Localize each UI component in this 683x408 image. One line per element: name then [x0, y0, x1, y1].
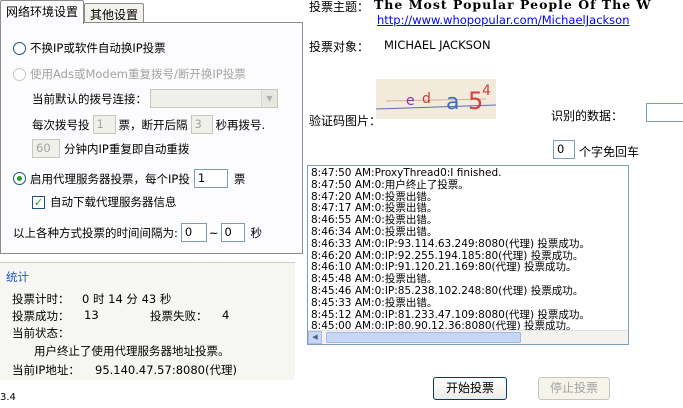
dial-every-label: 每次拨号投 — [32, 117, 90, 132]
option-proxy-label: 启用代理服务器投票，每个IP投 — [30, 171, 190, 186]
success-value: 13 — [84, 308, 99, 322]
captcha-char-2: d — [422, 91, 431, 107]
proxy-votes-suffix: 票 — [233, 171, 246, 186]
dial-votes-suffix: 票，断开后隔 — [118, 117, 188, 132]
dial-wait-suffix: 秒再拨号. — [215, 117, 266, 132]
log-line: 8:47:50 AM:0:用户终止了投票。 — [311, 178, 469, 191]
radio-no-ip-change[interactable] — [13, 41, 26, 55]
log-line: 8:45:33 AM:0:投票出错。 — [311, 296, 438, 309]
target-label: 投票对象： — [309, 40, 370, 54]
log-line: 8:46:33 AM:0:IP:93.114.63.249:8080(代理) 投… — [311, 237, 590, 250]
captcha-char-4: 5 — [468, 87, 483, 115]
scroll-left-icon[interactable]: ◀ — [308, 331, 322, 344]
version-text: 3.4 — [0, 392, 16, 403]
recognized-label: 识别的数据： — [551, 109, 624, 123]
option-no-ip-change-label: 不换IP或软件自动换IP投票 — [30, 41, 166, 55]
radio-proxy[interactable] — [13, 172, 26, 185]
radio-adsl[interactable] — [13, 67, 26, 81]
success-label: 投票成功： — [12, 309, 70, 323]
interval-to-input[interactable]: 0 — [220, 223, 245, 242]
captcha-image: e d a 5 4 — [376, 79, 496, 119]
dial-wait-input[interactable]: 3 — [190, 115, 213, 134]
interval-unit: 秒 — [250, 225, 263, 240]
topic-value: The Most Popular People Of The W — [374, 0, 652, 12]
log-list[interactable]: 8:47:50 AM:ProxyThread0:I finished. 8:47… — [307, 165, 629, 345]
target-value: MICHAEL JACKSON — [384, 38, 491, 52]
fail-label: 投票失败： — [150, 309, 208, 323]
free-count-input[interactable]: 0 — [553, 140, 575, 159]
dial-every-input[interactable]: 1 — [92, 115, 116, 134]
option-no-ip-change[interactable]: 不换IP或软件自动换IP投票 — [13, 40, 166, 56]
topic-url-link[interactable]: http://www.whopopular.com/MichaelJackson — [377, 13, 630, 27]
captcha-char-5: 4 — [482, 83, 491, 99]
start-vote-button[interactable]: 开始投票 — [433, 377, 507, 400]
interval-row: 以上各种方式投票的时间间隔为: 0 ~ 0 秒 — [13, 223, 262, 242]
proxy-votes-input[interactable]: 1 — [193, 169, 228, 188]
log-line: 8:45:46 AM:0:IP:85.238.102.248:80(代理) 投票… — [311, 284, 584, 297]
interval-separator: ~ — [208, 225, 219, 240]
tab-other-settings[interactable]: 其他设置 — [84, 3, 145, 23]
repeat-suffix: 分钟内IP重复即自动重拨 — [64, 141, 190, 156]
interval-label: 以上各种方式投票的时间间隔为: — [13, 225, 178, 240]
default-dial-label: 当前默认的拨号连接： — [32, 91, 147, 106]
status-label: 当前状态： — [12, 326, 70, 340]
auto-download-row[interactable]: ✓ 自动下载代理服务器信息 — [32, 194, 177, 210]
option-adsl-label: 使用Ads或Modem重复拨号/断开换IP投票 — [30, 67, 246, 81]
captcha-char-3: a — [446, 90, 459, 115]
interval-from-input[interactable]: 0 — [180, 223, 207, 242]
auto-download-label: 自动下载代理服务器信息 — [50, 195, 177, 209]
settings-tab-bar: 网络环境设置 其他设置 — [0, 0, 300, 24]
timer-value: 0 时 14 分 43 秒 — [82, 292, 172, 306]
default-dial-select[interactable]: ▼ — [150, 89, 278, 108]
horizontal-scrollbar[interactable]: ◀ — [308, 330, 628, 344]
timer-label: 投票计时： — [12, 292, 70, 306]
captcha-graphic: e d a 5 4 — [376, 83, 496, 115]
captcha-char-1: e — [406, 93, 415, 109]
chevron-down-icon[interactable]: ▼ — [261, 90, 277, 107]
recognized-input[interactable] — [646, 103, 683, 122]
scroll-thumb[interactable] — [326, 332, 521, 343]
auto-download-checkbox[interactable]: ✓ — [32, 195, 45, 209]
option-adsl[interactable]: 使用Ads或Modem重复拨号/断开换IP投票 — [13, 66, 246, 82]
dial-every-row: 每次拨号投 1 票，断开后隔 3 秒再拨号. — [32, 115, 265, 134]
network-settings-panel: 不换IP或软件自动换IP投票 使用Ads或Modem重复拨号/断开换IP投票 当… — [0, 22, 303, 254]
status-value: 用户终止了使用代理服务器地址投票。 — [34, 344, 230, 358]
default-dial-row: 当前默认的拨号连接： ▼ — [32, 89, 278, 108]
free-count-suffix: 个字免回车 — [579, 145, 640, 159]
log-lines: 8:47:50 AM:ProxyThread0:I finished. 8:47… — [308, 166, 628, 333]
captcha-label: 验证码图片： — [309, 114, 382, 128]
tab-network-settings[interactable]: 网络环境设置 — [0, 0, 85, 24]
current-ip-label: 当前IP地址： — [12, 363, 80, 377]
repeat-minutes-input[interactable]: 60 — [32, 139, 60, 158]
log-line: 8:46:34 AM:0:投票出错。 — [311, 225, 438, 238]
repeat-row: 60 分钟内IP重复即自动重拨 — [32, 139, 189, 158]
option-proxy[interactable]: 启用代理服务器投票，每个IP投 1 票 — [13, 169, 245, 188]
fail-value: 4 — [222, 308, 230, 322]
current-ip-value: 95.140.47.57:8080(代理) — [95, 363, 237, 377]
statistics-group: 统计 投票计时： 0 时 14 分 43 秒 投票成功： 13 投票失败： 4 … — [0, 262, 295, 380]
stop-vote-button[interactable]: 停止投票 — [538, 377, 610, 400]
statistics-title: 统计 — [6, 270, 29, 284]
topic-label: 投票主题： — [309, 0, 370, 14]
